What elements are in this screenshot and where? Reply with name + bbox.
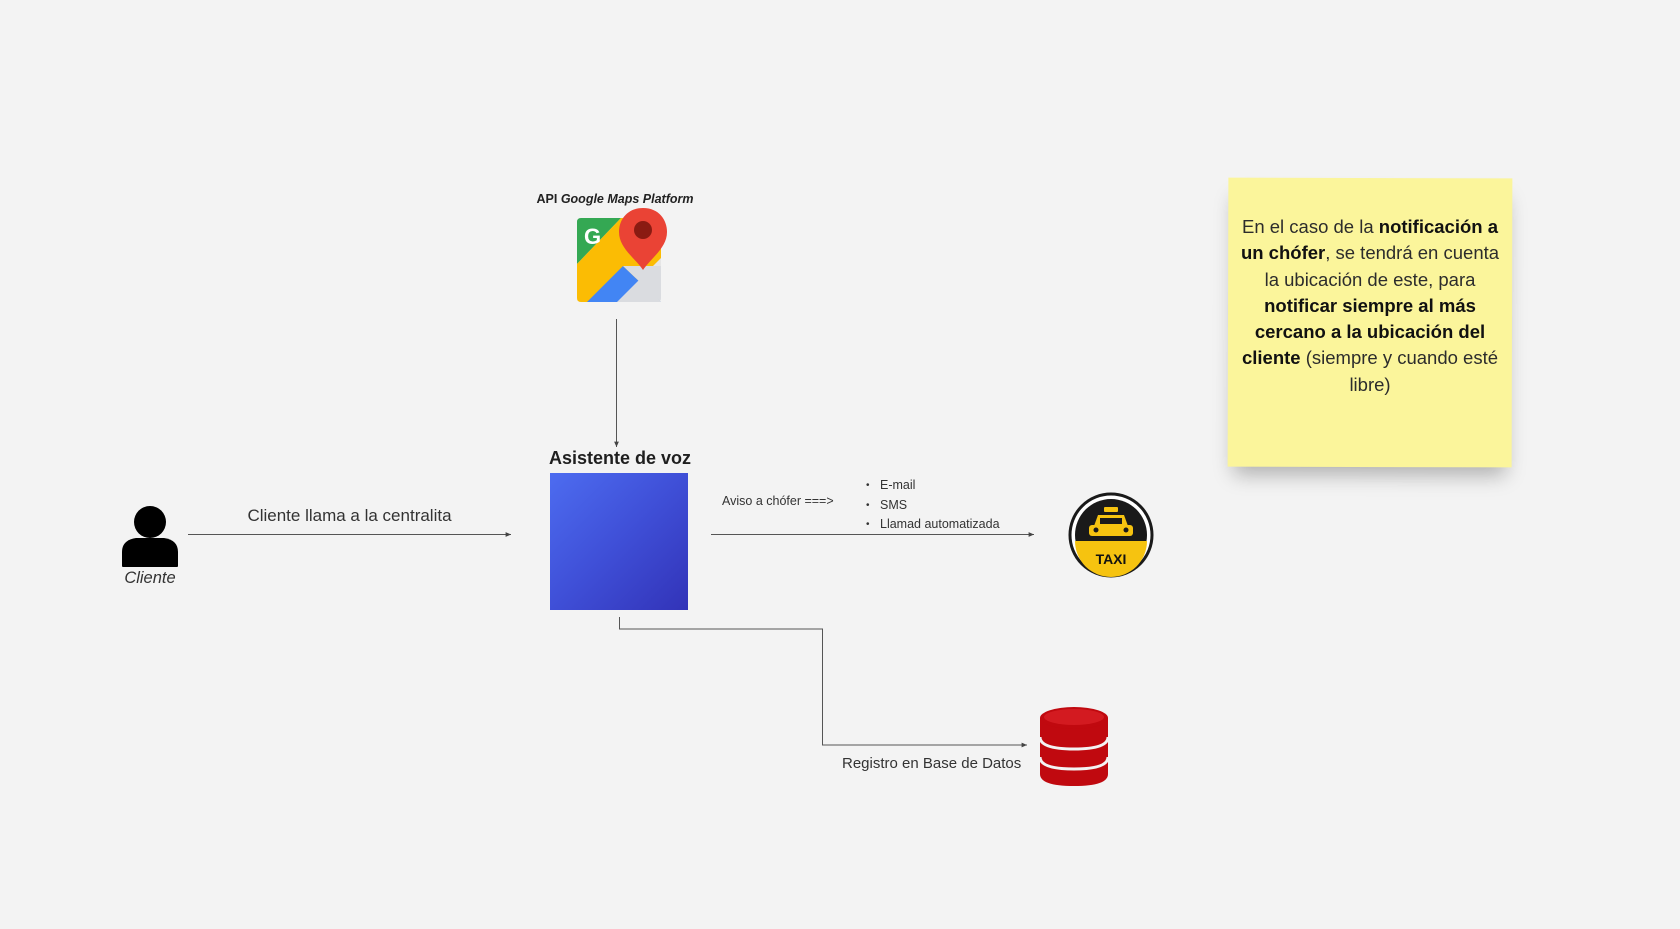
user-silhouette-icon [122,506,178,567]
assistant-node [550,473,688,610]
note-text-part: (siempre y cuando esté libre) [1300,347,1499,395]
taxi-badge-icon: TAXI [1068,492,1154,578]
taxi-badge-text: TAXI [1096,551,1127,567]
google-maps-icon: G [577,208,667,302]
assistant-to-database-connector [619,617,1027,748]
maps-api-name: Google Maps Platform [560,192,694,206]
client-call-label: Cliente llama a la centralita [247,506,452,525]
driver-notice-label: Aviso a chófer ===> [722,494,834,508]
maps-api-prefix: API [536,192,558,206]
diagram-canvas: G TAXI API Google Maps Platform Asistent… [0,0,1680,929]
database-icon [1038,707,1110,786]
assistant-title: Asistente de voz [548,448,692,468]
channel-item: SMS [866,496,1000,516]
channel-item: Llamad automatizada [866,515,1000,535]
maps-api-label: API Google Maps Platform [505,192,725,206]
channel-item: E-mail [866,476,1000,496]
notification-channels-list: E-mail SMS Llamad automatizada [866,476,1000,535]
svg-text:G: G [584,224,601,249]
database-label: Registro en Base de Datos [842,755,1022,772]
client-name-label: Cliente [124,569,176,587]
sticky-note-text: En el caso de la notificación a un chófe… [1236,214,1504,398]
note-text-part: En el caso de la [1241,216,1379,237]
